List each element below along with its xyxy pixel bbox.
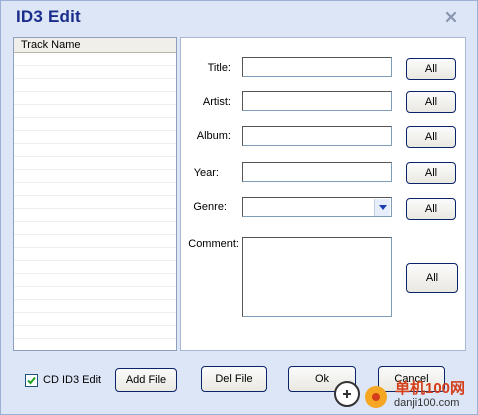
close-icon[interactable] xyxy=(444,10,458,24)
year-label: Year: xyxy=(193,167,219,179)
watermark-url: danji100.com xyxy=(394,397,460,409)
add-file-button[interactable]: Add File xyxy=(115,368,177,392)
track-list[interactable]: Track Name xyxy=(13,37,177,351)
album-all-button[interactable]: All xyxy=(406,126,456,148)
chevron-down-icon xyxy=(378,205,387,210)
album-label: Album: xyxy=(196,130,231,142)
title-label: Title: xyxy=(207,62,231,74)
comment-label: Comment: xyxy=(188,238,239,250)
artist-label: Artist: xyxy=(202,96,231,108)
id3-edit-dialog: ID3 Edit Track Name Title: All Artist: A… xyxy=(0,0,478,415)
title-input[interactable] xyxy=(242,57,392,77)
cd-id3-edit-label: CD ID3 Edit xyxy=(43,374,102,386)
genre-label: Genre: xyxy=(193,201,227,213)
track-list-rows[interactable] xyxy=(14,53,176,350)
del-file-button[interactable]: Del File xyxy=(201,366,267,392)
watermark-text: 单机100网 xyxy=(395,380,466,397)
album-input[interactable] xyxy=(242,126,392,146)
comment-all-button[interactable]: All xyxy=(406,263,458,293)
checkmark-icon xyxy=(27,376,36,385)
column-header-label: Track Name xyxy=(21,39,81,51)
track-name-column-header[interactable]: Track Name xyxy=(14,38,176,53)
genre-all-button[interactable]: All xyxy=(406,198,456,220)
dialog-title: ID3 Edit xyxy=(16,7,81,26)
artist-all-button[interactable]: All xyxy=(406,91,456,113)
genre-select[interactable] xyxy=(242,197,392,217)
title-all-button[interactable]: All xyxy=(406,58,456,80)
comment-textarea[interactable] xyxy=(242,237,392,317)
genre-dropdown-button[interactable] xyxy=(374,199,390,216)
year-all-button[interactable]: All xyxy=(406,162,456,184)
artist-input[interactable] xyxy=(242,91,392,111)
year-input[interactable] xyxy=(242,162,392,182)
cd-id3-edit-checkbox[interactable] xyxy=(25,374,38,387)
